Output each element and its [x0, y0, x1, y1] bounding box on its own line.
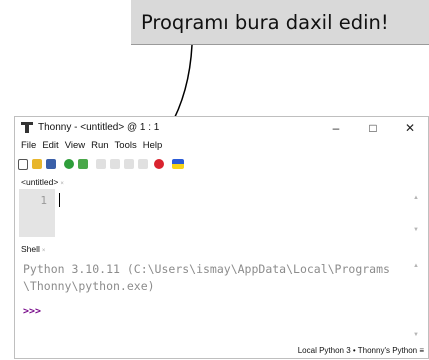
- toolbar: [18, 157, 188, 171]
- status-bar-interpreter[interactable]: Local Python 3 • Thonny's Python ≡: [298, 346, 424, 355]
- editor-scroll-down-icon[interactable]: ▼: [413, 227, 419, 233]
- code-editor[interactable]: 1 ▲ ▼: [19, 189, 424, 241]
- open-file-icon[interactable]: [32, 159, 42, 169]
- save-icon[interactable]: [46, 159, 56, 169]
- tab-shell[interactable]: Shell ×: [21, 244, 45, 254]
- step-out-icon[interactable]: [124, 159, 134, 169]
- resume-icon[interactable]: [138, 159, 148, 169]
- text-cursor: [59, 193, 60, 207]
- menu-help[interactable]: Help: [143, 140, 163, 154]
- minimize-button[interactable]: –: [326, 120, 346, 136]
- menu-file[interactable]: File: [21, 140, 36, 154]
- menu-edit[interactable]: Edit: [42, 140, 58, 154]
- tab-close-icon[interactable]: ×: [60, 181, 64, 187]
- shell-scroll-down-icon[interactable]: ▼: [413, 332, 419, 338]
- flag-icon[interactable]: [172, 159, 184, 169]
- title-bar: Thonny - <untitled> @ 1 : 1 – □ ✕: [15, 117, 428, 139]
- thonny-app-icon: [21, 122, 33, 133]
- window-title: Thonny - <untitled> @ 1 : 1: [38, 122, 160, 133]
- callout-text: Proqramı bura daxil edin!: [141, 10, 389, 34]
- line-number: 1: [40, 194, 47, 207]
- shell-prompt: >>>: [23, 306, 42, 317]
- shell-tab-label: Shell: [21, 244, 40, 254]
- menu-tools[interactable]: Tools: [115, 140, 137, 154]
- menu-view[interactable]: View: [65, 140, 85, 154]
- shell-tab-close-icon[interactable]: ×: [42, 248, 46, 254]
- editor-tab-row: <untitled> ×: [15, 175, 428, 189]
- step-over-icon[interactable]: [96, 159, 106, 169]
- maximize-button[interactable]: □: [363, 120, 383, 136]
- editor-scroll-up-icon[interactable]: ▲: [413, 195, 419, 201]
- close-button[interactable]: ✕: [400, 120, 420, 136]
- shell-output-line: \Thonny\python.exe): [23, 279, 155, 293]
- menu-run[interactable]: Run: [91, 140, 108, 154]
- menu-bar: File Edit View Run Tools Help: [15, 140, 162, 154]
- shell-output-line: Python 3.10.11 (C:\Users\ismay\AppData\L…: [23, 262, 390, 276]
- instruction-callout: Proqramı bura daxil edin!: [131, 0, 429, 45]
- shell-panel[interactable]: Python 3.10.11 (C:\Users\ismay\AppData\L…: [19, 258, 424, 346]
- step-into-icon[interactable]: [110, 159, 120, 169]
- stop-icon[interactable]: [154, 159, 164, 169]
- debug-icon[interactable]: [78, 159, 88, 169]
- shell-scroll-up-icon[interactable]: ▲: [413, 263, 419, 269]
- new-file-icon[interactable]: [18, 158, 28, 170]
- thonny-window: Thonny - <untitled> @ 1 : 1 – □ ✕ File E…: [14, 116, 429, 359]
- run-icon[interactable]: [64, 159, 74, 169]
- tab-untitled-label: <untitled>: [21, 177, 59, 187]
- tab-untitled[interactable]: <untitled> ×: [21, 177, 64, 187]
- line-number-gutter: 1: [19, 189, 55, 237]
